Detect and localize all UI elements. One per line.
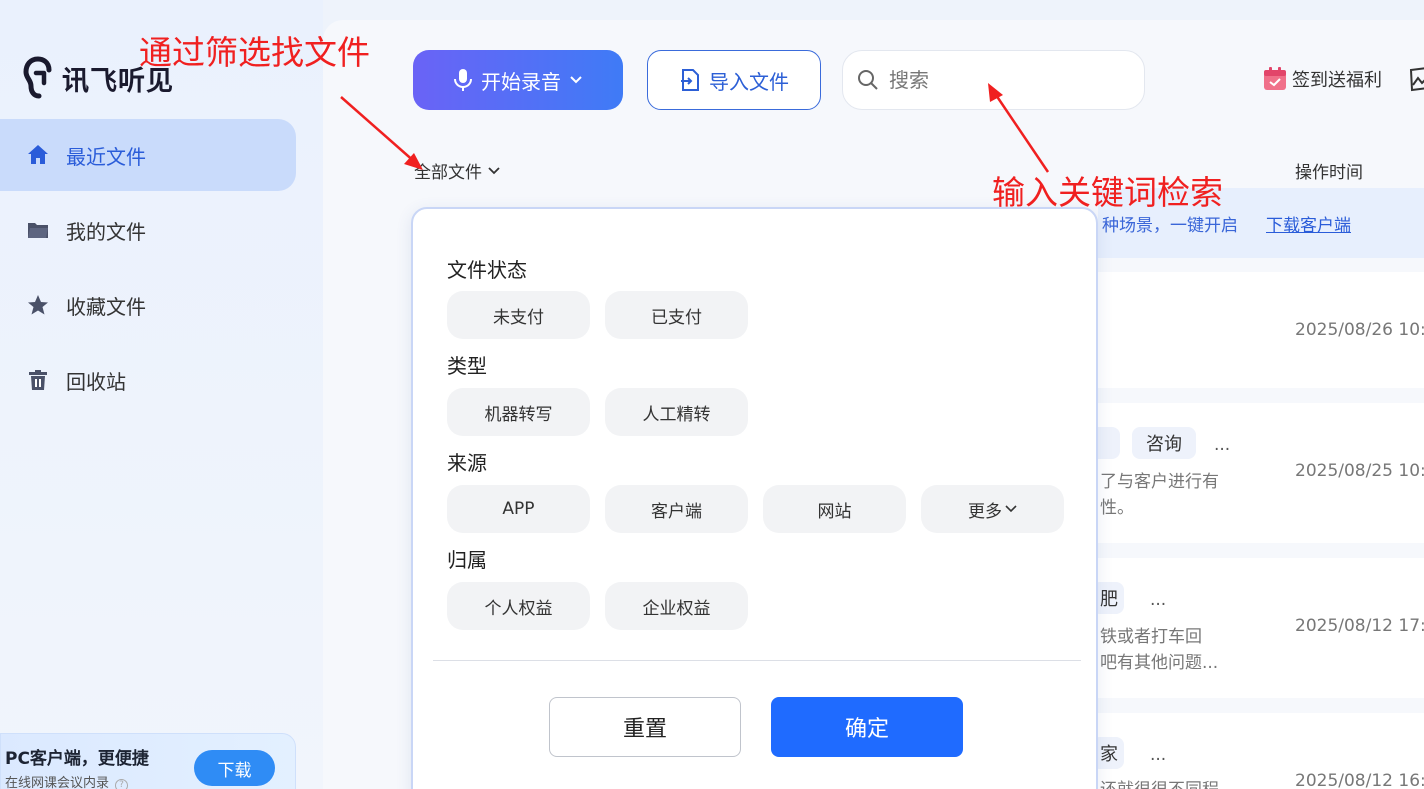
filter-label: 全部文件: [414, 163, 482, 183]
group-title-ownership: 归属: [447, 548, 487, 572]
help-icon[interactable]: ?: [115, 779, 129, 789]
table-row[interactable]: 2025/08/26 10:: [1098, 272, 1424, 388]
table-row[interactable]: 咨询 ... 了与客户进行有 性。 2025/08/25 10:: [1088, 403, 1424, 543]
sidebar: 讯飞听见 最近文件 我的文件 收藏文件 回收站 PC客户端，更便捷 在线网课会议…: [0, 0, 323, 789]
banner-text: 种场景，一键开启: [1102, 215, 1238, 236]
search-input[interactable]: [889, 68, 1119, 92]
import-label: 导入文件: [709, 69, 789, 94]
group-title-file-status: 文件状态: [447, 258, 527, 282]
option-website[interactable]: 网站: [763, 485, 906, 533]
table-row[interactable]: 家 ... 还就很很不同程 2025/08/12 16:: [1092, 713, 1424, 789]
reset-button[interactable]: 重置: [549, 697, 741, 757]
row-tag: 咨询: [1132, 427, 1196, 459]
chevron-down-icon: [488, 166, 500, 174]
sidebar-item-trash[interactable]: 回收站: [0, 344, 296, 416]
panel-divider: [433, 660, 1081, 661]
row-more-tags: ...: [1214, 435, 1231, 455]
sidebar-item-label: 回收站: [66, 369, 126, 394]
option-more[interactable]: 更多: [921, 485, 1064, 533]
import-icon: [681, 69, 699, 91]
option-unpaid[interactable]: 未支付: [447, 291, 590, 339]
row-more-tags: ...: [1150, 745, 1167, 765]
star-icon: [26, 293, 50, 317]
chevron-down-icon: [570, 76, 582, 84]
annotation-search-note: 输入关键词检索: [992, 173, 1223, 212]
sidebar-item-favorites[interactable]: 收藏文件: [0, 269, 296, 341]
start-recording-button[interactable]: 开始录音: [413, 50, 623, 110]
record-label: 开始录音: [481, 69, 561, 94]
row-description-line: 了与客户进行有: [1100, 472, 1219, 492]
row-description-line: 还就很很不同程: [1100, 777, 1219, 789]
annotation-filter-note: 通过筛选找文件: [139, 33, 370, 72]
sidebar-item-recent[interactable]: 最近文件: [0, 119, 296, 191]
checkin-rewards[interactable]: 签到送福利: [1262, 66, 1382, 92]
client-promo-card: PC客户端，更便捷 在线网课会议内录? 下载: [0, 733, 296, 789]
import-file-button[interactable]: 导入文件: [647, 50, 821, 110]
search-box[interactable]: [842, 50, 1145, 110]
option-machine-transcription[interactable]: 机器转写: [447, 388, 590, 436]
folder-icon: [26, 218, 50, 242]
sidebar-item-label: 收藏文件: [66, 294, 146, 319]
checkin-label: 签到送福利: [1292, 70, 1382, 91]
table-row[interactable]: 肥 ... 铁或者打车回 吧有其他问题... 2025/08/12 17:: [1092, 558, 1424, 698]
ear-logo-icon: [23, 56, 52, 99]
download-client-button[interactable]: 下载: [194, 750, 275, 786]
option-paid[interactable]: 已支付: [605, 291, 748, 339]
search-icon: [858, 70, 878, 90]
row-time: 2025/08/12 17:: [1295, 616, 1424, 636]
option-human-transcription[interactable]: 人工精转: [605, 388, 748, 436]
all-files-filter[interactable]: 全部文件: [414, 158, 500, 183]
option-app[interactable]: APP: [447, 485, 590, 533]
option-enterprise[interactable]: 企业权益: [605, 582, 748, 630]
sidebar-item-my-files[interactable]: 我的文件: [0, 194, 296, 266]
download-client-link[interactable]: 下载客户端: [1266, 211, 1351, 236]
confirm-button[interactable]: 确定: [771, 697, 963, 757]
sidebar-nav: 最近文件 我的文件 收藏文件 回收站: [0, 119, 323, 419]
row-description-line: 吧有其他问题...: [1100, 653, 1219, 673]
option-more-label: 更多: [968, 501, 1002, 522]
row-more-tags: ...: [1150, 590, 1167, 610]
option-personal[interactable]: 个人权益: [447, 582, 590, 630]
sidebar-item-label: 我的文件: [66, 219, 146, 244]
promo-subtitle-text: 在线网课会议内录: [5, 776, 110, 789]
promo-subtitle: 在线网课会议内录?: [5, 772, 129, 789]
microphone-icon: [454, 69, 472, 91]
row-description-line: 铁或者打车回: [1100, 627, 1202, 647]
column-header-time[interactable]: 操作时间: [1295, 158, 1363, 183]
promo-title: PC客户端，更便捷: [5, 749, 149, 769]
chevron-down-icon: [1005, 505, 1017, 513]
filter-dropdown-panel: 文件状态 未支付 已支付 类型 机器转写 人工精转 来源 APP 客户端 网站 …: [411, 207, 1098, 789]
sidebar-item-label: 最近文件: [66, 144, 146, 169]
row-description-line: 性。: [1100, 498, 1134, 518]
home-icon: [26, 143, 50, 167]
row-time: 2025/08/26 10:: [1295, 320, 1424, 340]
calendar-gift-icon: [1264, 67, 1286, 90]
group-title-source: 来源: [447, 451, 487, 475]
trash-icon: [26, 368, 50, 392]
option-client[interactable]: 客户端: [605, 485, 748, 533]
row-time: 2025/08/12 16:: [1295, 771, 1424, 789]
group-title-type: 类型: [447, 354, 487, 378]
image-icon[interactable]: [1408, 66, 1424, 92]
row-time: 2025/08/25 10:: [1295, 461, 1424, 481]
